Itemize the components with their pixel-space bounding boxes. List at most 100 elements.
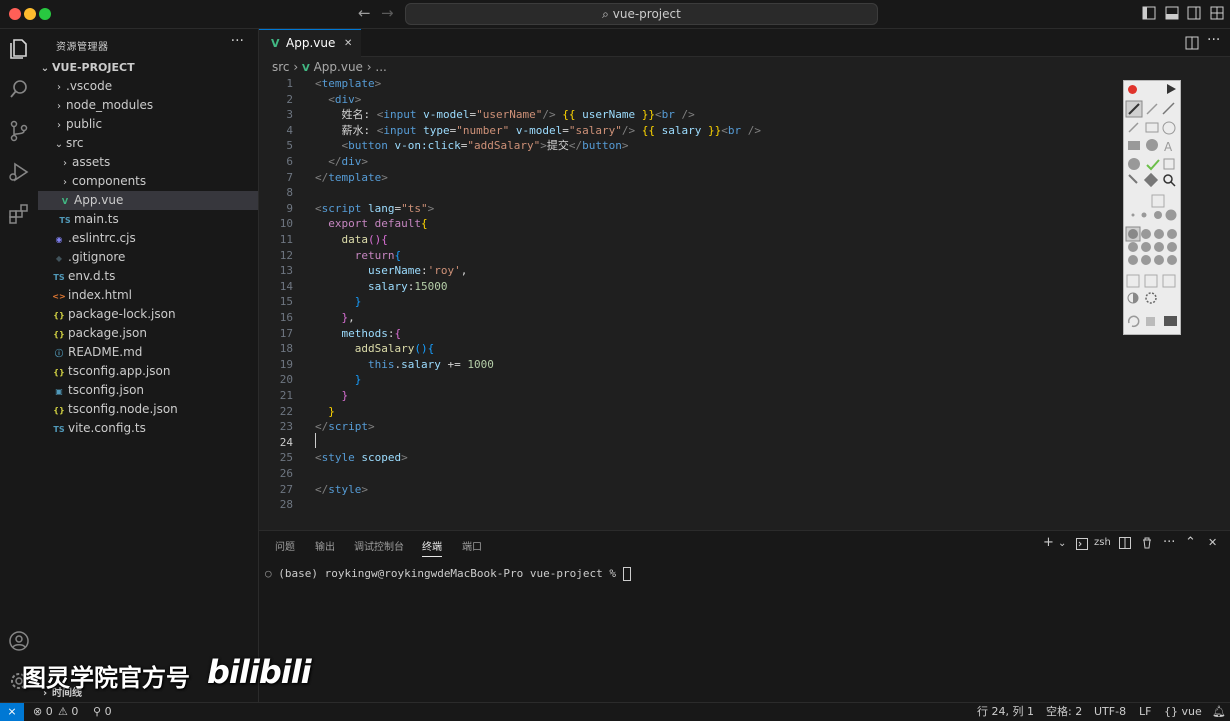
- indentation[interactable]: 空格: 2: [1046, 703, 1082, 721]
- line-number: 3: [286, 108, 293, 122]
- panel-more-icon[interactable]: ···: [1163, 535, 1175, 550]
- close-panel-icon[interactable]: ✕: [1208, 536, 1217, 549]
- remote-indicator-icon[interactable]: ⨯: [0, 703, 24, 721]
- forward-arrow-icon[interactable]: →: [381, 4, 394, 22]
- file-item[interactable]: V App.vue: [38, 191, 258, 210]
- terminal-output[interactable]: ○ (base) roykingw@roykingwdeMacBook-Pro …: [265, 567, 631, 581]
- language-mode[interactable]: {} vue: [1164, 703, 1202, 721]
- maximize-panel-icon[interactable]: ⌃: [1185, 535, 1196, 550]
- tree-item-label: main.ts: [74, 212, 119, 226]
- play-icon[interactable]: [1167, 84, 1176, 94]
- text-cursor: [315, 433, 316, 448]
- split-terminal-icon[interactable]: [1119, 537, 1131, 549]
- file-item[interactable]: TS vite.config.ts: [38, 419, 258, 438]
- record-dot-icon[interactable]: [1128, 85, 1137, 94]
- tab-label: App.vue: [286, 36, 336, 50]
- line-number: 20: [279, 373, 293, 387]
- breadcrumb-file[interactable]: App.vue: [314, 60, 363, 74]
- source-control-icon[interactable]: [7, 119, 31, 143]
- project-header[interactable]: ⌄ VUE-PROJECT: [38, 58, 258, 77]
- file-item[interactable]: ◆ .gitignore: [38, 248, 258, 267]
- chevron-right-icon: ›: [57, 101, 61, 112]
- folder-item[interactable]: › public: [38, 115, 258, 134]
- folder-item[interactable]: › .vscode: [38, 77, 258, 96]
- panel-tab-output[interactable]: 输出: [315, 538, 335, 553]
- breadcrumb-folder[interactable]: src: [272, 60, 290, 74]
- minimize-window-button[interactable]: [24, 8, 36, 20]
- bottom-panel: 问题 输出 调试控制台 终端 端口 + ⌄ zsh ··· ⌃ ✕ ○ (bas…: [259, 530, 1230, 703]
- back-arrow-icon[interactable]: ←: [358, 4, 371, 22]
- file-item[interactable]: ⓘ README.md: [38, 343, 258, 362]
- editor-more-icon[interactable]: ···: [1207, 32, 1220, 48]
- file-item[interactable]: TS env.d.ts: [38, 267, 258, 286]
- editor-group: V App.vue ✕ ··· src › V App.vue › ... 1 <…: [259, 29, 1230, 529]
- panel-tab-problems[interactable]: 问题: [275, 538, 295, 553]
- ports-status[interactable]: ⚲ 0: [93, 703, 112, 721]
- line-ending[interactable]: LF: [1139, 703, 1151, 721]
- zoom-window-button[interactable]: [39, 8, 51, 20]
- code-text: 姓名: <input v-model="userName"/> {{ userN…: [315, 108, 695, 122]
- toggle-panel-icon[interactable]: [1165, 6, 1179, 20]
- file-item[interactable]: <> index.html: [38, 286, 258, 305]
- notifications-bell-icon[interactable]: 🔔︎: [1212, 703, 1226, 721]
- tree-item-label: .vscode: [66, 79, 113, 93]
- error-icon: ⊗: [33, 705, 43, 718]
- extensions-icon[interactable]: [7, 202, 31, 226]
- file-item[interactable]: ▣ tsconfig.json: [38, 381, 258, 400]
- language-label: vue: [1181, 705, 1202, 718]
- explorer-icon[interactable]: [7, 37, 31, 61]
- customize-layout-icon[interactable]: [1210, 6, 1224, 20]
- terminal-shell-name[interactable]: zsh: [1094, 537, 1111, 548]
- braces-icon: {}: [1164, 705, 1178, 718]
- tree-item-label: components: [72, 174, 147, 188]
- chevron-down-icon[interactable]: ⌄: [1058, 538, 1066, 549]
- run-and-debug-icon[interactable]: [7, 160, 31, 184]
- file-item[interactable]: {} package-lock.json: [38, 305, 258, 324]
- code-line: 14 salary:15000: [259, 279, 1119, 295]
- close-window-button[interactable]: [9, 8, 21, 20]
- account-icon[interactable]: [7, 629, 31, 653]
- tab-app-vue[interactable]: V App.vue ✕: [259, 29, 361, 57]
- split-editor-icon[interactable]: [1185, 36, 1199, 50]
- folder-item[interactable]: ⌄ src: [38, 134, 258, 153]
- line-number: 14: [279, 279, 293, 293]
- cursor-position[interactable]: 行 24, 列 1: [977, 703, 1034, 721]
- panel-tab-debug-console[interactable]: 调试控制台: [354, 538, 404, 553]
- code-text: }: [354, 295, 362, 309]
- file-item[interactable]: {} tsconfig.node.json: [38, 400, 258, 419]
- search-icon[interactable]: [7, 77, 31, 101]
- code-line: 26: [259, 466, 1119, 482]
- close-tab-icon[interactable]: ✕: [344, 30, 352, 57]
- code-text: </script>: [315, 420, 375, 434]
- panel-tab-terminal[interactable]: 终端: [422, 538, 442, 557]
- encoding[interactable]: UTF-8: [1094, 703, 1126, 721]
- chevron-down-icon: ⌄: [54, 139, 64, 150]
- terminal-cursor: [622, 567, 631, 581]
- command-center-search[interactable]: ⌕ vue-project: [405, 3, 878, 25]
- trash-icon[interactable]: [1141, 537, 1153, 549]
- file-item[interactable]: ◉ .eslintrc.cjs: [38, 229, 258, 248]
- code-text: methods:{: [341, 326, 402, 340]
- code-line: 16 },: [259, 310, 1119, 326]
- toggle-secondary-sidebar-icon[interactable]: [1187, 6, 1201, 20]
- drawing-tools-icon[interactable]: A: [1124, 99, 1180, 329]
- code-line: 12 return{: [259, 248, 1119, 264]
- folder-item[interactable]: › components: [38, 172, 258, 191]
- file-item[interactable]: {} package.json: [38, 324, 258, 343]
- vue-icon: V: [271, 37, 280, 50]
- panel-tab-ports[interactable]: 端口: [462, 538, 482, 553]
- warnings-status[interactable]: ⚠ 0: [58, 703, 78, 721]
- line-number: 18: [279, 342, 293, 356]
- annotation-tool-palette[interactable]: A: [1123, 80, 1181, 335]
- new-terminal-icon[interactable]: +: [1043, 535, 1054, 550]
- file-item[interactable]: {} tsconfig.app.json: [38, 362, 258, 381]
- line-number: 25: [279, 451, 293, 465]
- errors-status[interactable]: ⊗ 0: [33, 703, 53, 721]
- folder-item[interactable]: › node_modules: [38, 96, 258, 115]
- folder-item[interactable]: › assets: [38, 153, 258, 172]
- file-item[interactable]: TS main.ts: [38, 210, 258, 229]
- toggle-primary-sidebar-icon[interactable]: [1142, 6, 1156, 20]
- more-actions-icon[interactable]: ···: [231, 33, 244, 49]
- breadcrumb-more[interactable]: ...: [375, 60, 386, 74]
- line-number: 22: [279, 404, 293, 418]
